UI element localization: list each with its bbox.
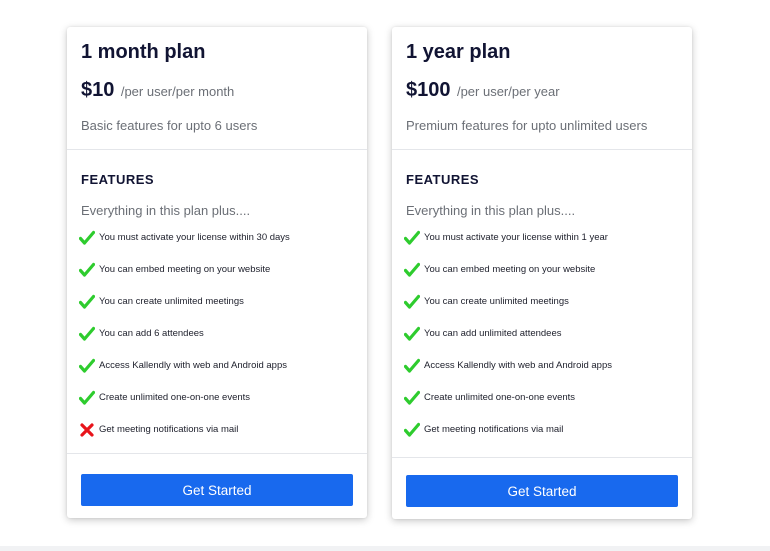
feature-list: You must activate your license within 1 …	[404, 230, 612, 454]
feature-item: You must activate your license within 1 …	[404, 230, 612, 262]
feature-item: You can create unlimited meetings	[404, 294, 612, 326]
feature-text: Get meeting notifications via mail	[424, 424, 564, 435]
feature-item: Create unlimited one-on-one events	[79, 390, 290, 422]
check-icon	[79, 262, 95, 277]
check-icon	[404, 422, 420, 437]
feature-text: You can add 6 attendees	[99, 328, 204, 339]
cross-icon	[80, 423, 94, 437]
feature-item: Get meeting notifications via mail	[404, 422, 612, 454]
check-icon	[404, 358, 420, 373]
feature-item: Access Kallendly with web and Android ap…	[404, 358, 612, 390]
feature-text: You must activate your license within 1 …	[424, 232, 608, 243]
plan-card-yearly: 1 year plan $100 /per user/per year Prem…	[392, 27, 692, 519]
feature-text: You can create unlimited meetings	[424, 296, 569, 307]
check-icon	[79, 294, 95, 309]
plan-card-monthly: 1 month plan $10 /per user/per month Bas…	[67, 27, 367, 518]
features-subheading: Everything in this plan plus....	[81, 203, 251, 218]
feature-text: You can create unlimited meetings	[99, 296, 244, 307]
check-icon	[404, 262, 420, 277]
plan-header: 1 year plan $100 /per user/per year Prem…	[392, 27, 692, 150]
plan-description: Premium features for upto unlimited user…	[406, 118, 648, 133]
features-heading: FEATURES	[406, 172, 480, 187]
feature-text: You can embed meeting on your website	[99, 264, 271, 275]
feature-text: Create unlimited one-on-one events	[99, 392, 251, 403]
check-icon	[79, 358, 95, 373]
plan-features-section: FEATURES Everything in this plan plus...…	[392, 150, 692, 458]
feature-item: You can add unlimited attendees	[404, 326, 612, 358]
feature-text: Create unlimited one-on-one events	[424, 392, 576, 403]
plan-features-section: FEATURES Everything in this plan plus...…	[67, 150, 367, 454]
check-icon	[79, 230, 95, 245]
plan-description: Basic features for upto 6 users	[81, 118, 258, 133]
check-icon	[404, 294, 420, 309]
feature-item: You can embed meeting on your website	[404, 262, 612, 294]
feature-text: Access Kallendly with web and Android ap…	[99, 360, 288, 371]
pricing-page: 1 month plan $10 /per user/per month Bas…	[0, 0, 770, 551]
check-icon	[404, 230, 420, 245]
plan-header: 1 month plan $10 /per user/per month Bas…	[67, 27, 367, 150]
feature-item: You can add 6 attendees	[79, 326, 290, 358]
price-line: $10 /per user/per month	[81, 79, 234, 102]
features-subheading: Everything in this plan plus....	[406, 203, 576, 218]
feature-list: You must activate your license within 30…	[79, 230, 290, 454]
plan-title: 1 month plan	[81, 41, 206, 63]
plan-price: $100	[406, 79, 451, 101]
check-icon	[404, 390, 420, 405]
feature-text: Access Kallendly with web and Android ap…	[424, 360, 613, 371]
feature-item: You can create unlimited meetings	[79, 294, 290, 326]
check-icon	[79, 326, 95, 341]
check-icon	[79, 390, 95, 405]
feature-item: You must activate your license within 30…	[79, 230, 290, 262]
feature-text: You can add unlimited attendees	[424, 328, 562, 339]
feature-item: You can embed meeting on your website	[79, 262, 290, 294]
feature-item: Create unlimited one-on-one events	[404, 390, 612, 422]
feature-text: Get meeting notifications via mail	[99, 424, 239, 435]
get-started-button[interactable]: Get Started	[406, 475, 678, 507]
feature-text: You must activate your license within 30…	[99, 232, 290, 243]
feature-item: Access Kallendly with web and Android ap…	[79, 358, 290, 390]
feature-text: You can embed meeting on your website	[424, 264, 596, 275]
check-icon	[404, 326, 420, 341]
get-started-button[interactable]: Get Started	[81, 474, 353, 506]
features-heading: FEATURES	[81, 172, 155, 187]
plan-title: 1 year plan	[406, 41, 511, 63]
plan-price: $10	[81, 79, 115, 101]
plan-period: /per user/per month	[120, 84, 235, 99]
feature-item: Get meeting notifications via mail	[79, 422, 290, 454]
plan-period: /per user/per year	[456, 84, 560, 99]
price-line: $100 /per user/per year	[406, 79, 560, 102]
page-bottom-strip	[0, 546, 770, 551]
